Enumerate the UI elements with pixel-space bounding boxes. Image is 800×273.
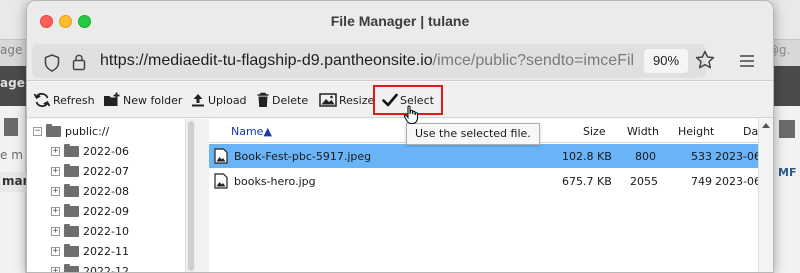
tree-folder-label: 2022-08	[83, 184, 129, 198]
new-folder-icon	[104, 92, 120, 106]
url-host: https://mediaedit-tu-flagship-d9.pantheo…	[100, 52, 433, 69]
file-manager-toolbar: Refresh New folder Upload Delete Resize …	[27, 82, 773, 118]
tree-folder-2022-08[interactable]: + 2022-08	[51, 181, 129, 201]
new-folder-label: New folder	[123, 93, 183, 107]
background-document-icon	[4, 118, 18, 136]
tree-folder-2022-07[interactable]: + 2022-07	[51, 161, 129, 181]
tree-folder-2022-06[interactable]: + 2022-06	[51, 141, 129, 161]
file-name: Book-Fest-pbc-5917.jpeg	[234, 150, 372, 163]
tree-folder-label: 2022-11	[83, 244, 129, 258]
tree-folder-label: 2022-10	[83, 224, 129, 238]
trash-icon	[257, 92, 269, 107]
column-name-label: Name	[231, 125, 264, 138]
hand-cursor-icon	[403, 105, 419, 125]
checkmark-icon	[382, 93, 398, 107]
folder-icon	[46, 123, 61, 137]
tree-folder-label: 2022-07	[83, 164, 129, 178]
expand-toggle-icon[interactable]: +	[51, 246, 60, 256]
upload-button[interactable]: Upload	[190, 91, 247, 109]
expand-toggle-icon[interactable]: +	[51, 146, 60, 156]
title-bar: File Manager | tulane	[27, 1, 773, 41]
tree-scrollbar-thumb[interactable]	[188, 121, 194, 271]
expand-toggle-icon[interactable]: +	[51, 186, 60, 196]
file-manager-window: File Manager | tulane https://mediaedit-…	[26, 0, 774, 273]
expand-toggle-icon[interactable]: +	[51, 206, 60, 216]
column-header-height[interactable]: Height	[678, 125, 714, 138]
folder-icon	[64, 143, 79, 157]
tree-folder-2022-10[interactable]: + 2022-10	[51, 221, 129, 241]
file-list-scrollbar[interactable]	[758, 119, 773, 272]
upload-label: Upload	[208, 93, 247, 107]
tree-folder-2022-09[interactable]: + 2022-09	[51, 201, 129, 221]
url-path: /imce/public?sendto=imceFil	[432, 52, 635, 69]
delete-label: Delete	[272, 93, 309, 107]
resize-button[interactable]: Resize	[319, 91, 374, 109]
new-folder-button[interactable]: New folder	[103, 91, 182, 109]
sort-ascending-icon: ▲	[263, 125, 272, 138]
address-bar: https://mediaedit-tu-flagship-d9.pantheo…	[27, 41, 773, 81]
file-name: books-hero.jpg	[234, 175, 316, 188]
column-header-size[interactable]: Size	[583, 125, 606, 138]
file-height: 533	[691, 150, 712, 163]
expand-toggle-icon[interactable]: +	[51, 226, 60, 236]
tree-scrollbar[interactable]	[185, 119, 195, 272]
tree-folder-2022-12[interactable]: + 2022-12	[51, 261, 129, 273]
panel-splitter[interactable]	[195, 119, 209, 272]
lock-icon[interactable]	[72, 53, 86, 74]
image-file-icon	[214, 173, 228, 189]
zoom-level-button[interactable]: 90%	[644, 49, 688, 73]
file-row[interactable]: books-hero.jpg 675.7 KB 2055 749 2023-06…	[209, 169, 773, 193]
background-right-icon	[779, 120, 795, 138]
tree-folder-label: 2022-09	[83, 204, 129, 218]
folder-icon	[64, 203, 79, 217]
refresh-icon	[33, 92, 51, 108]
column-header-width[interactable]: Width	[627, 125, 659, 138]
folder-icon	[64, 243, 79, 257]
tree-root-label: public://	[65, 124, 110, 138]
url-text[interactable]: https://mediaedit-tu-flagship-d9.pantheo…	[100, 52, 640, 70]
background-left-bold-text: mar	[0, 172, 29, 192]
file-width: 800	[635, 150, 656, 163]
window-title: File Manager | tulane	[330, 13, 470, 29]
tree-folder-2022-11[interactable]: + 2022-11	[51, 241, 129, 261]
column-header-name[interactable]: Name▲	[231, 125, 272, 138]
file-size: 675.7 KB	[562, 175, 612, 188]
image-icon	[319, 93, 337, 107]
scroll-up-icon[interactable]	[762, 123, 770, 128]
shield-icon[interactable]	[44, 54, 60, 75]
folder-icon	[64, 163, 79, 177]
collapse-toggle-icon[interactable]: −	[33, 126, 42, 136]
hamburger-menu-icon[interactable]	[739, 54, 755, 71]
file-width: 2055	[630, 175, 658, 188]
background-left-text: age	[0, 43, 23, 57]
file-height: 749	[691, 175, 712, 188]
tree-folder-label: 2022-06	[83, 144, 129, 158]
delete-button[interactable]: Delete	[256, 91, 308, 109]
select-tooltip: Use the selected file.	[406, 123, 540, 145]
expand-toggle-icon[interactable]: +	[51, 166, 60, 176]
background-right-text: MF	[778, 166, 797, 179]
image-file-icon	[214, 148, 228, 164]
refresh-button[interactable]: Refresh	[33, 91, 95, 109]
file-size: 102.8 KB	[562, 150, 612, 163]
folder-icon	[64, 183, 79, 197]
tree-root[interactable]: − public://	[33, 121, 109, 141]
background-dark-bar-text: age	[0, 76, 25, 90]
file-row-selected[interactable]: Book-Fest-pbc-5917.jpeg 102.8 KB 800 533…	[209, 144, 773, 168]
refresh-label: Refresh	[53, 93, 95, 107]
bookmark-star-icon[interactable]	[695, 50, 715, 73]
url-field[interactable]: https://mediaedit-tu-flagship-d9.pantheo…	[32, 44, 706, 78]
expand-toggle-icon[interactable]: +	[51, 266, 60, 272]
upload-icon	[192, 94, 204, 107]
tree-folder-label: 2022-12	[83, 264, 129, 273]
folder-tree: − public:// + 2022-06 + 2022-07 + 2022-0…	[27, 119, 209, 273]
resize-label: Resize	[339, 93, 375, 107]
folder-icon	[64, 223, 79, 237]
folder-icon	[64, 263, 79, 272]
background-left-text-2: e m	[0, 148, 23, 162]
